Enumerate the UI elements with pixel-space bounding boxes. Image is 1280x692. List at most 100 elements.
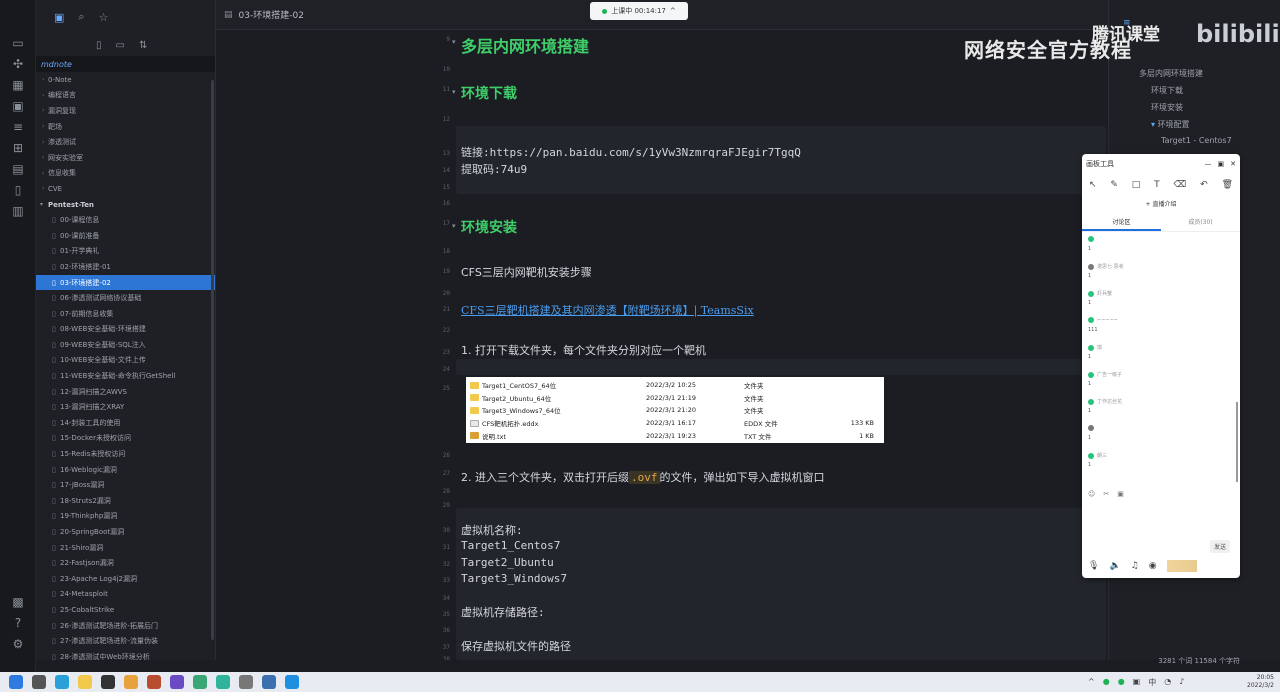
tree-file[interactable]: ▯ 26-渗透测试靶场进阶-拓展后门 bbox=[36, 618, 215, 634]
files-icon[interactable]: ▣ bbox=[54, 11, 64, 24]
image-icon[interactable]: ▣ bbox=[1117, 490, 1124, 498]
page-icon[interactable]: ▯ bbox=[0, 179, 36, 200]
explorer-icon[interactable] bbox=[78, 675, 92, 689]
edge-icon[interactable] bbox=[55, 675, 69, 689]
chat-scrollbar[interactable] bbox=[1236, 402, 1238, 482]
tree-file[interactable]: ▯ 16-Weblogic漏洞 bbox=[36, 462, 215, 478]
open-vault-icon[interactable]: ▭ bbox=[0, 32, 36, 53]
rectangle-icon[interactable]: □ bbox=[1132, 180, 1141, 190]
tree-file[interactable]: ▯ 09-WEB安全基础-SQL注入 bbox=[36, 337, 215, 353]
settings-icon[interactable]: ⚙ bbox=[0, 633, 36, 654]
outline-item[interactable]: 环境下载 bbox=[1151, 85, 1183, 96]
tree-folder[interactable]: › 靶场 bbox=[36, 119, 215, 135]
chevron-up-icon[interactable]: ^ bbox=[1088, 677, 1095, 688]
fold-chevron-icon[interactable]: ▾ bbox=[452, 88, 456, 96]
tree-file[interactable]: ▯ 01-开学典礼 bbox=[36, 244, 215, 260]
tree-file[interactable]: ▯ 23-Apache Log4j2漏洞 bbox=[36, 571, 215, 587]
table-icon[interactable]: ▥ bbox=[0, 200, 36, 221]
app-icon[interactable] bbox=[285, 675, 299, 689]
eraser-icon[interactable]: ⌫ bbox=[1174, 180, 1187, 190]
tree-file[interactable]: ▯ 13-漏洞扫描之XRAY bbox=[36, 399, 215, 415]
app-icon[interactable]: ▣ bbox=[1133, 677, 1141, 688]
sublime-icon[interactable] bbox=[124, 675, 138, 689]
input-method-icon[interactable]: 中 bbox=[1148, 677, 1156, 688]
tree-folder[interactable]: › 0-Note bbox=[36, 72, 215, 88]
help-icon[interactable]: ? bbox=[0, 612, 36, 633]
tree-file[interactable]: ▯ 02-环境搭建-01 bbox=[36, 259, 215, 275]
start-icon[interactable] bbox=[9, 675, 23, 689]
tree-file[interactable]: ▯ 12-漏洞扫描之AWVS bbox=[36, 384, 215, 400]
tree-file[interactable]: ▯ 18-Struts2漏洞 bbox=[36, 493, 215, 509]
tree-folder[interactable]: › 渗透测试 bbox=[36, 134, 215, 150]
new-note-icon[interactable]: ▯ bbox=[96, 40, 102, 51]
pointer-icon[interactable]: ↖ bbox=[1089, 180, 1097, 190]
tree-file[interactable]: ▯ 07-前期信息收集 bbox=[36, 306, 215, 322]
fold-chevron-icon[interactable]: ▾ bbox=[452, 38, 456, 46]
publish-icon[interactable]: ▤ bbox=[0, 158, 36, 179]
clock[interactable]: 20:05 2022/3/2 bbox=[1247, 674, 1274, 690]
vault-switch-icon[interactable]: ▩ bbox=[0, 591, 36, 612]
tree-file[interactable]: ▯ 22-Fastjson漏洞 bbox=[36, 555, 215, 571]
tree-file[interactable]: ▯ 00-课前准备 bbox=[36, 228, 215, 244]
outline-item[interactable]: 多层内网环境搭建 bbox=[1139, 68, 1203, 79]
terminal-icon[interactable] bbox=[101, 675, 115, 689]
fold-chevron-icon[interactable]: ▾ bbox=[452, 222, 456, 230]
bookmark-icon[interactable]: ☆ bbox=[99, 11, 109, 24]
trash-icon[interactable]: 🗑 bbox=[1222, 180, 1233, 190]
app-icon[interactable] bbox=[262, 675, 276, 689]
scissors-icon[interactable]: ✂ bbox=[1103, 490, 1109, 498]
tree-file[interactable]: ▯ 24-Metasploit bbox=[36, 587, 215, 603]
tree-file[interactable]: ▯ 14-封装工具的使用 bbox=[36, 415, 215, 431]
sort-icon[interactable]: ⇅ bbox=[139, 40, 147, 51]
install-link[interactable]: CFS三层靶机搭建及其内网渗透【附靶场环境】| TeamsSix bbox=[461, 302, 754, 318]
app-icon[interactable] bbox=[147, 675, 161, 689]
wechat-icon[interactable]: ● bbox=[1103, 677, 1110, 688]
calendar-icon[interactable]: ▦ bbox=[0, 74, 36, 95]
command-icon[interactable]: ≡ bbox=[0, 116, 36, 137]
tab-discuss[interactable]: 讨论区 bbox=[1082, 214, 1161, 231]
speaker-icon[interactable]: 🔈 bbox=[1109, 561, 1120, 571]
outline-item[interactable]: ▾ 环境配置 bbox=[1151, 119, 1190, 130]
volume-icon[interactable]: ♪ bbox=[1179, 677, 1184, 688]
close-icon[interactable]: ✕ bbox=[1230, 160, 1236, 168]
obsidian-icon[interactable] bbox=[170, 675, 184, 689]
new-folder-icon[interactable]: ▭ bbox=[116, 40, 125, 51]
tree-folder[interactable]: › 编程语言 bbox=[36, 88, 215, 104]
settings-icon[interactable] bbox=[239, 675, 253, 689]
tree-file[interactable]: ▯ 00-课程信息 bbox=[36, 212, 215, 228]
app-icon[interactable] bbox=[216, 675, 230, 689]
tree-file[interactable]: ▯ 10-WEB安全基础-文件上传 bbox=[36, 353, 215, 369]
tree-file[interactable]: ▯ 17-JBoss漏洞 bbox=[36, 477, 215, 493]
outline-item[interactable]: Target1 - Centos7 bbox=[1161, 136, 1232, 145]
send-button[interactable]: 发送 bbox=[1209, 540, 1230, 553]
minimize-icon[interactable]: — bbox=[1205, 160, 1212, 168]
tree-folder[interactable]: › 网安实验室 bbox=[36, 150, 215, 166]
pin-icon[interactable]: ▣ bbox=[1218, 160, 1225, 168]
app-icon[interactable]: ● bbox=[1118, 677, 1125, 688]
tree-file[interactable]: ▯ 15-Docker未授权访问 bbox=[36, 431, 215, 447]
tree-folder-open[interactable]: ▾ Pentest-Ten bbox=[36, 197, 215, 213]
search-icon[interactable]: ⌕ bbox=[78, 10, 84, 24]
graph-view-icon[interactable]: ✣ bbox=[0, 53, 36, 74]
pen-icon[interactable]: ✎ bbox=[1110, 180, 1118, 190]
tree-file[interactable]: ▯ 25-CobaltStrike bbox=[36, 602, 215, 618]
tree-file[interactable]: ▯ 15-Redis未授权访问 bbox=[36, 446, 215, 462]
music-icon[interactable]: ♫ bbox=[1131, 561, 1139, 571]
tree-file[interactable]: ▯ 03-环境搭建-02 bbox=[36, 274, 215, 291]
tree-file[interactable]: ▯ 08-WEB安全基础-环境搭建 bbox=[36, 322, 215, 338]
tree-scrollbar[interactable] bbox=[211, 80, 214, 640]
tree-file[interactable]: ▯ 19-Thinkphp漏洞 bbox=[36, 509, 215, 525]
tree-folder[interactable]: › CVE bbox=[36, 181, 215, 197]
tree-file[interactable]: ▯ 27-渗透测试靶场进阶-流量伪装 bbox=[36, 633, 215, 649]
undo-icon[interactable]: ↶ bbox=[1200, 180, 1208, 190]
live-intro[interactable]: + 直播介绍 bbox=[1082, 196, 1240, 214]
tree-file[interactable]: ▯ 20-SpringBoot漏洞 bbox=[36, 524, 215, 540]
outline-item[interactable]: 环境安装 bbox=[1151, 102, 1183, 113]
tree-folder[interactable]: › 漏洞复现 bbox=[36, 103, 215, 119]
tree-folder[interactable]: › 信息收集 bbox=[36, 166, 215, 182]
tree-file[interactable]: ▯ 06-渗透测试网络协议基础 bbox=[36, 290, 215, 306]
class-recording-badge[interactable]: 上课中 00:14:17 ^ bbox=[590, 2, 688, 20]
text-icon[interactable]: T bbox=[1154, 180, 1160, 190]
wifi-icon[interactable]: ◔ bbox=[1164, 677, 1171, 688]
tree-file[interactable]: ▯ 11-WEB安全基础-命令执行GetShell bbox=[36, 368, 215, 384]
